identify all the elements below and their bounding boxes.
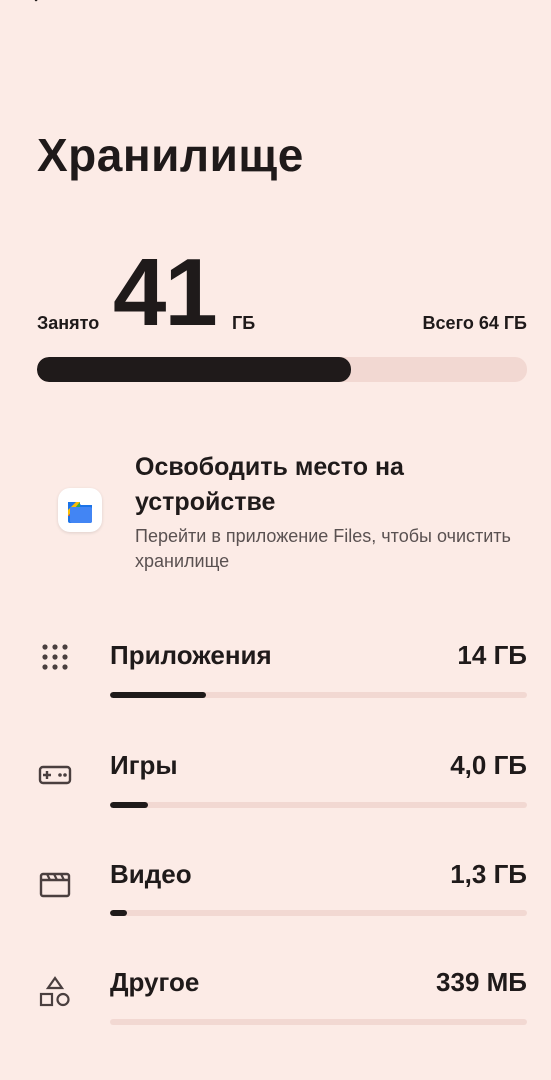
category-label: Приложения	[110, 640, 272, 670]
category-label: Видео	[110, 859, 192, 889]
free-up-space-subtitle: Перейти в приложение Files, чтобы очисти…	[135, 526, 511, 571]
page-title: Хранилище	[37, 129, 304, 181]
used-label: Занято	[37, 313, 100, 333]
category-label: Игры	[110, 750, 178, 780]
category-usage-fill	[110, 910, 127, 916]
category-size: 339 МБ	[436, 967, 527, 997]
category-size: 1,3 ГБ	[450, 859, 527, 889]
category-usage-fill	[110, 692, 206, 698]
storage-usage-fill	[37, 357, 351, 382]
used-unit: ГБ	[232, 313, 256, 333]
free-up-space-title[interactable]: Освободить место на устройстве	[135, 450, 515, 520]
category-usage-bar	[110, 910, 527, 916]
files-app-icon[interactable]	[58, 488, 102, 532]
category-label: Другое	[110, 967, 200, 997]
shapes-icon	[38, 975, 72, 1009]
apps-grid-icon	[38, 640, 72, 674]
video-clapper-icon	[38, 868, 72, 902]
storage-usage-bar	[37, 357, 527, 382]
category-size: 14 ГБ	[457, 640, 527, 670]
total-capacity: Всего 64 ГБ	[422, 313, 527, 333]
back-arrow-icon[interactable]	[30, 0, 54, 12]
category-usage-bar	[110, 692, 527, 698]
gamepad-icon	[38, 758, 72, 792]
used-value: 41	[113, 239, 218, 346]
category-size: 4,0 ГБ	[450, 750, 527, 780]
category-usage-bar	[110, 1019, 527, 1025]
category-usage-bar	[110, 802, 527, 808]
category-usage-fill	[110, 802, 148, 808]
